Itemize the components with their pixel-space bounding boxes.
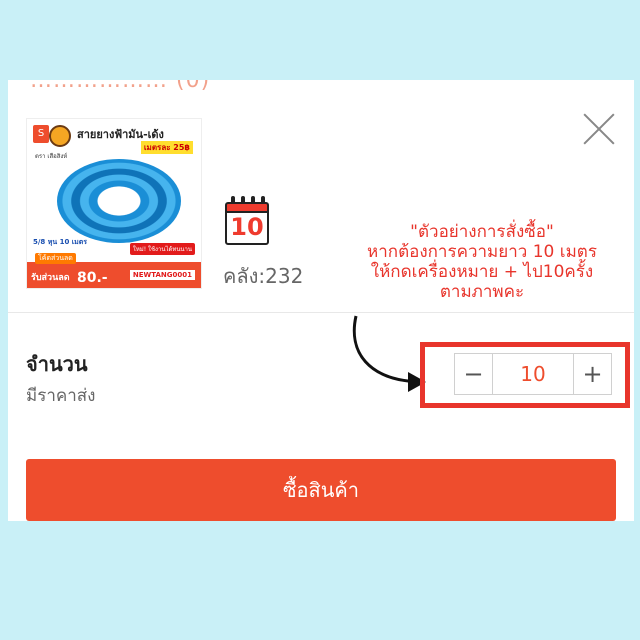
section-divider <box>8 312 634 313</box>
wholesale-price-label: มีราคาส่ง <box>26 386 96 406</box>
close-icon[interactable] <box>582 112 616 146</box>
note-line: ตามภาพคะ <box>439 282 525 302</box>
thumb-coupon-code: NEWTANG0001 <box>129 270 195 280</box>
background-page-title: ……………… (0) <box>30 80 211 93</box>
brand-logo <box>49 125 71 147</box>
bottom-frame <box>0 521 640 640</box>
top-frame <box>0 0 640 80</box>
order-example-note: "ตัวอย่างการสั่งซื้อ" หากต้องการความยาว … <box>330 222 634 302</box>
quantity-stepper[interactable]: − 10 + <box>454 353 612 395</box>
thumb-red-tag: ใหม่! ใช้งานได้ทนนาน <box>129 243 195 255</box>
calendar-number: 10 <box>230 213 264 241</box>
product-thumbnail: S สายยางฟ้ามัน-เด้ง เมตรละ 25฿ ตรา เสือส… <box>26 118 202 289</box>
note-line: "ตัวอย่างการสั่งซื้อ" <box>410 222 554 242</box>
quantity-value[interactable]: 10 <box>493 354 573 394</box>
buy-now-button[interactable]: ซื้อสินค้า <box>26 459 616 521</box>
thumb-brand-text: ตรา เสือสิงห์ <box>35 153 68 160</box>
thumb-discount-label: โค้ดส่วนลด <box>35 253 76 264</box>
decrease-button[interactable]: − <box>455 354 493 394</box>
hose-coil-image <box>57 159 181 243</box>
calendar-icon: 10 <box>225 196 269 246</box>
shop-bag-icon: S <box>33 125 49 143</box>
thumb-discount-amount: 80.- <box>77 270 108 286</box>
quantity-label: จำนวน <box>26 352 88 376</box>
thumb-price-tag: เมตรละ 25฿ <box>140 141 193 154</box>
product-variation-sheet: ……………… (0) S สายยางฟ้ามัน-เด้ง เมตรละ 25… <box>8 80 634 521</box>
thumb-promo-text: รับส่วนลด <box>31 273 70 283</box>
note-line: หากต้องการความยาว 10 เมตร <box>367 242 597 262</box>
increase-button[interactable]: + <box>573 354 611 394</box>
stock-label: คลัง:232 <box>223 264 304 288</box>
note-line: ให้กดเครื่องหมาย + ไป10ครั้ง <box>370 262 594 282</box>
thumb-spec: 5/8 หุน 10 เมตร <box>33 238 88 246</box>
